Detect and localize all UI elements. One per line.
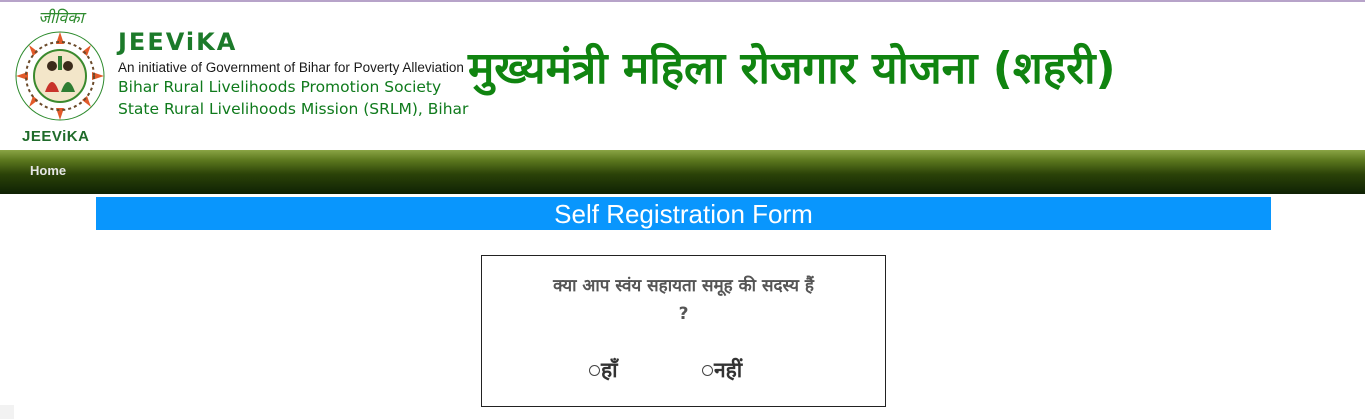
option-no[interactable]: नहीं <box>702 356 742 384</box>
page-corner <box>0 405 14 419</box>
logo-hindi-text: जीविका <box>38 8 84 27</box>
form-title-banner: Self Registration Form <box>96 197 1271 230</box>
question-text: क्या आप स्वंय सहायता समूह की सदस्य हैं <box>553 276 814 296</box>
main-nav: Home <box>0 150 1365 194</box>
membership-question-box: क्या आप स्वंय सहायता समूह की सदस्य हैं ?… <box>481 255 886 407</box>
org-line-1: Bihar Rural Livelihoods Promotion Societ… <box>118 78 442 96</box>
radio-yes[interactable] <box>589 364 600 376</box>
brand-name: JEEViKA <box>118 28 238 56</box>
jeevika-logo-icon <box>15 31 105 121</box>
option-yes-label[interactable]: हाँ <box>601 356 618 384</box>
logo-brand-text: JEEViKA <box>22 128 90 145</box>
nav-home-link[interactable]: Home <box>30 163 66 178</box>
membership-question: क्या आप स्वंय सहायता समूह की सदस्य हैं ? <box>502 272 865 328</box>
scheme-title: मुख्यमंत्री महिला रोजगार योजना (शहरी) <box>468 43 1116 94</box>
radio-no[interactable] <box>702 364 713 376</box>
org-line-2: State Rural Livelihoods Mission (SRLM), … <box>118 100 469 118</box>
question-mark: ? <box>678 304 689 324</box>
form-title: Self Registration Form <box>554 199 813 229</box>
tagline: An initiative of Government of Bihar for… <box>118 60 464 75</box>
organization-info: JEEViKA An initiative of Government of B… <box>118 28 468 120</box>
option-no-label[interactable]: नहीं <box>714 356 742 384</box>
option-yes[interactable]: हाँ <box>589 356 618 384</box>
jeevika-logo[interactable]: जीविका JEEViKA <box>8 6 108 150</box>
site-header: जीविका JEEViKA JEEViKA An initiative of … <box>0 2 1365 150</box>
